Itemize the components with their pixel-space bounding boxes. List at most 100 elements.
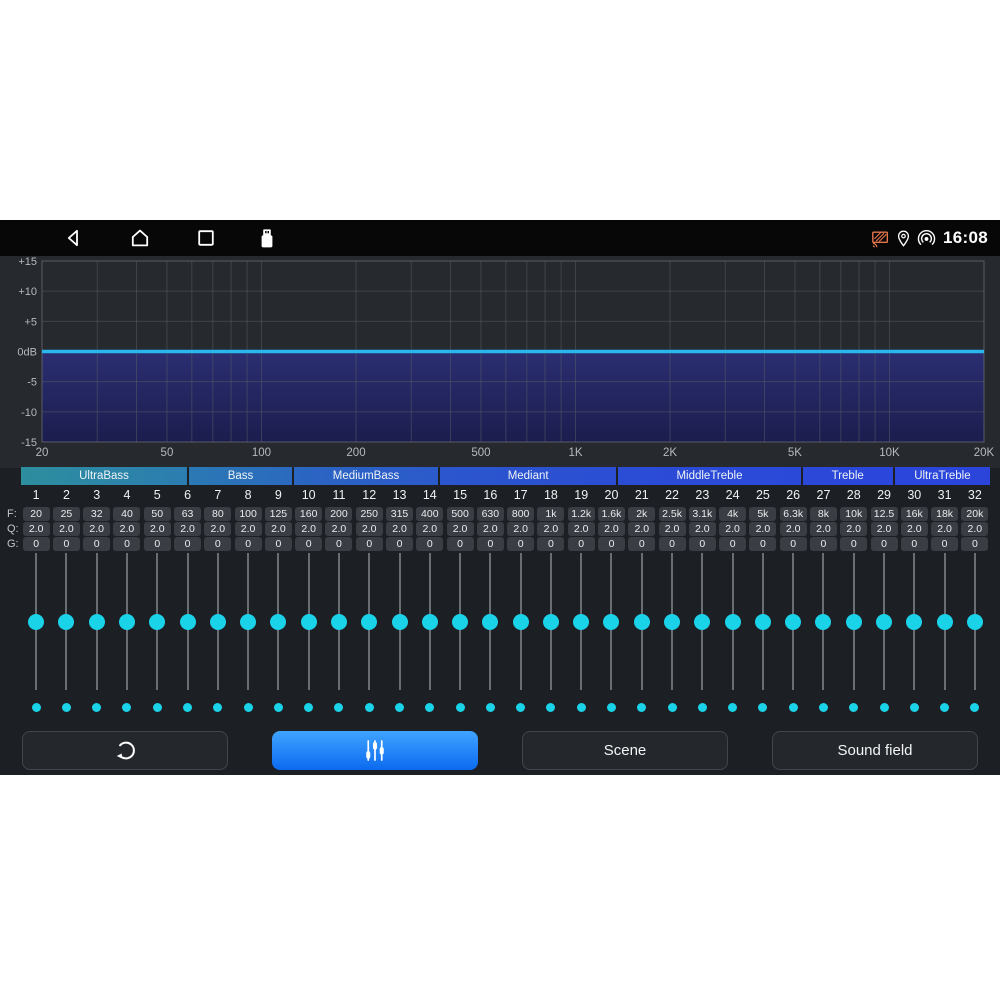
freq-value[interactable]: 315 bbox=[386, 507, 413, 521]
gain-value[interactable]: 0 bbox=[53, 537, 80, 551]
slider-knob[interactable] bbox=[694, 614, 710, 630]
eq-slider[interactable] bbox=[506, 553, 536, 690]
slider-knob[interactable] bbox=[603, 614, 619, 630]
eq-slider[interactable] bbox=[596, 553, 626, 690]
gain-value[interactable]: 0 bbox=[931, 537, 958, 551]
eq-slider[interactable] bbox=[21, 553, 51, 690]
q-value[interactable]: 2.0 bbox=[840, 522, 867, 536]
q-value[interactable]: 2.0 bbox=[325, 522, 352, 536]
q-value[interactable]: 2.0 bbox=[810, 522, 837, 536]
gain-value[interactable]: 0 bbox=[325, 537, 352, 551]
eq-slider[interactable] bbox=[899, 553, 929, 690]
slider-knob[interactable] bbox=[482, 614, 498, 630]
gain-value[interactable]: 0 bbox=[810, 537, 837, 551]
sound-field-button[interactable]: Sound field bbox=[772, 731, 978, 770]
freq-value[interactable]: 10k bbox=[840, 507, 867, 521]
eq-slider[interactable] bbox=[960, 553, 990, 690]
slider-knob[interactable] bbox=[149, 614, 165, 630]
q-value[interactable]: 2.0 bbox=[113, 522, 140, 536]
slider-knob[interactable] bbox=[815, 614, 831, 630]
back-icon[interactable] bbox=[62, 226, 86, 250]
q-value[interactable]: 2.0 bbox=[901, 522, 928, 536]
freq-value[interactable]: 500 bbox=[447, 507, 474, 521]
eq-slider[interactable] bbox=[142, 553, 172, 690]
gain-value[interactable]: 0 bbox=[598, 537, 625, 551]
freq-value[interactable]: 8k bbox=[810, 507, 837, 521]
q-value[interactable]: 2.0 bbox=[416, 522, 443, 536]
slider-knob[interactable] bbox=[876, 614, 892, 630]
gain-value[interactable]: 0 bbox=[295, 537, 322, 551]
usb-drive-icon[interactable] bbox=[255, 226, 279, 250]
q-value[interactable]: 2.0 bbox=[719, 522, 746, 536]
freq-value[interactable]: 20k bbox=[961, 507, 988, 521]
gain-value[interactable]: 0 bbox=[235, 537, 262, 551]
gain-value[interactable]: 0 bbox=[507, 537, 534, 551]
slider-knob[interactable] bbox=[392, 614, 408, 630]
freq-value[interactable]: 200 bbox=[325, 507, 352, 521]
freq-value[interactable]: 63 bbox=[174, 507, 201, 521]
freq-value[interactable]: 16k bbox=[901, 507, 928, 521]
slider-knob[interactable] bbox=[513, 614, 529, 630]
q-value[interactable]: 2.0 bbox=[144, 522, 171, 536]
slider-knob[interactable] bbox=[543, 614, 559, 630]
band-ultratreble[interactable]: UltraTreble bbox=[895, 467, 990, 485]
eq-slider[interactable] bbox=[657, 553, 687, 690]
eq-slider[interactable] bbox=[687, 553, 717, 690]
freq-value[interactable]: 18k bbox=[931, 507, 958, 521]
slider-knob[interactable] bbox=[452, 614, 468, 630]
q-value[interactable]: 2.0 bbox=[23, 522, 50, 536]
q-value[interactable]: 2.0 bbox=[447, 522, 474, 536]
gain-value[interactable]: 0 bbox=[113, 537, 140, 551]
slider-knob[interactable] bbox=[58, 614, 74, 630]
slider-knob[interactable] bbox=[28, 614, 44, 630]
eq-slider[interactable] bbox=[748, 553, 778, 690]
eq-slider[interactable] bbox=[112, 553, 142, 690]
q-value[interactable]: 2.0 bbox=[174, 522, 201, 536]
q-value[interactable]: 2.0 bbox=[356, 522, 383, 536]
slider-knob[interactable] bbox=[301, 614, 317, 630]
freq-value[interactable]: 1k bbox=[537, 507, 564, 521]
scene-button[interactable]: Scene bbox=[522, 731, 728, 770]
slider-knob[interactable] bbox=[967, 614, 983, 630]
q-value[interactable]: 2.0 bbox=[689, 522, 716, 536]
slider-knob[interactable] bbox=[906, 614, 922, 630]
band-mediant[interactable]: Mediant bbox=[440, 467, 616, 485]
freq-value[interactable]: 800 bbox=[507, 507, 534, 521]
eq-slider[interactable] bbox=[82, 553, 112, 690]
q-value[interactable]: 2.0 bbox=[265, 522, 292, 536]
eq-slider[interactable] bbox=[869, 553, 899, 690]
q-value[interactable]: 2.0 bbox=[537, 522, 564, 536]
eq-slider[interactable] bbox=[445, 553, 475, 690]
eq-slider[interactable] bbox=[384, 553, 414, 690]
slider-knob[interactable] bbox=[119, 614, 135, 630]
freq-value[interactable]: 50 bbox=[144, 507, 171, 521]
q-value[interactable]: 2.0 bbox=[749, 522, 776, 536]
eq-slider[interactable] bbox=[263, 553, 293, 690]
gain-value[interactable]: 0 bbox=[23, 537, 50, 551]
q-value[interactable]: 2.0 bbox=[871, 522, 898, 536]
eq-slider[interactable] bbox=[778, 553, 808, 690]
freq-value[interactable]: 250 bbox=[356, 507, 383, 521]
freq-value[interactable]: 80 bbox=[204, 507, 231, 521]
slider-knob[interactable] bbox=[331, 614, 347, 630]
q-value[interactable]: 2.0 bbox=[931, 522, 958, 536]
slider-knob[interactable] bbox=[634, 614, 650, 630]
slider-knob[interactable] bbox=[210, 614, 226, 630]
eq-slider[interactable] bbox=[839, 553, 869, 690]
q-value[interactable]: 2.0 bbox=[295, 522, 322, 536]
gain-value[interactable]: 0 bbox=[871, 537, 898, 551]
gain-value[interactable]: 0 bbox=[568, 537, 595, 551]
freq-value[interactable]: 3.1k bbox=[689, 507, 716, 521]
q-value[interactable]: 2.0 bbox=[961, 522, 988, 536]
slider-knob[interactable] bbox=[422, 614, 438, 630]
gain-value[interactable]: 0 bbox=[719, 537, 746, 551]
eq-slider[interactable] bbox=[172, 553, 202, 690]
band-treble[interactable]: Treble bbox=[803, 467, 893, 485]
freq-value[interactable]: 630 bbox=[477, 507, 504, 521]
eq-slider[interactable] bbox=[203, 553, 233, 690]
freq-value[interactable]: 5k bbox=[749, 507, 776, 521]
gain-value[interactable]: 0 bbox=[265, 537, 292, 551]
eq-slider[interactable] bbox=[717, 553, 747, 690]
slider-knob[interactable] bbox=[755, 614, 771, 630]
gain-value[interactable]: 0 bbox=[840, 537, 867, 551]
